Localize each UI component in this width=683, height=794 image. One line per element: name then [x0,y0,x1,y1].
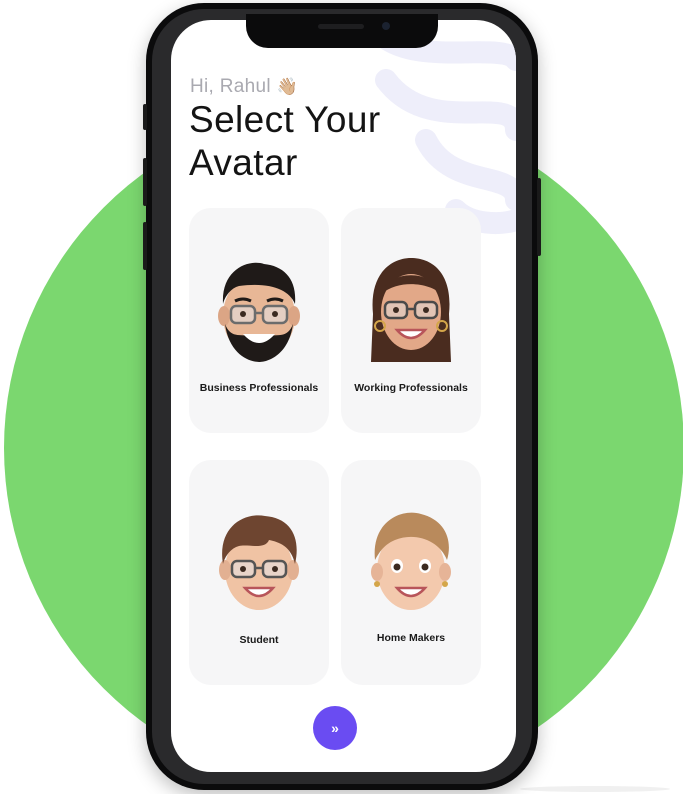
front-camera [382,22,390,30]
speaker-grille [318,24,364,29]
phone-volume-down [143,222,147,270]
woman-bun-icon [371,512,451,610]
avatar-label: Business Professionals [199,382,319,394]
boy-glasses-icon [219,515,299,610]
avatar-card-home-makers[interactable]: Home Makers [341,460,481,685]
phone-power-button [537,178,541,256]
avatar-label: Working Professionals [354,382,468,394]
greeting-text: Hi, Rahul [190,76,271,97]
avatar-card-student[interactable]: Student [189,460,329,685]
next-button[interactable]: » [313,706,357,750]
greeting: Hi, Rahul 👋🏼 [190,76,298,98]
waving-hand-icon: 👋🏼 [276,77,298,96]
phone-shadow [520,786,670,792]
woman-glasses-icon [371,258,451,362]
app-screen: Hi, Rahul 👋🏼 Select Your Avatar Business… [171,20,516,772]
avatar-card-business-professionals[interactable]: Business Professionals [189,208,329,433]
avatar-label: Student [239,634,279,646]
page-title-line-1: Select Your [189,99,381,140]
avatar-label: Home Makers [376,632,446,644]
page-title-line-2: Avatar [189,142,298,183]
phone-notch [246,14,438,48]
double-chevron-right-icon: » [331,720,339,736]
bearded-man-glasses-icon [218,262,300,362]
avatar-card-working-professionals[interactable]: Working Professionals [341,208,481,433]
phone-silent-switch [143,104,147,130]
page-title: Select Your Avatar [189,98,489,184]
phone-volume-up [143,158,147,206]
